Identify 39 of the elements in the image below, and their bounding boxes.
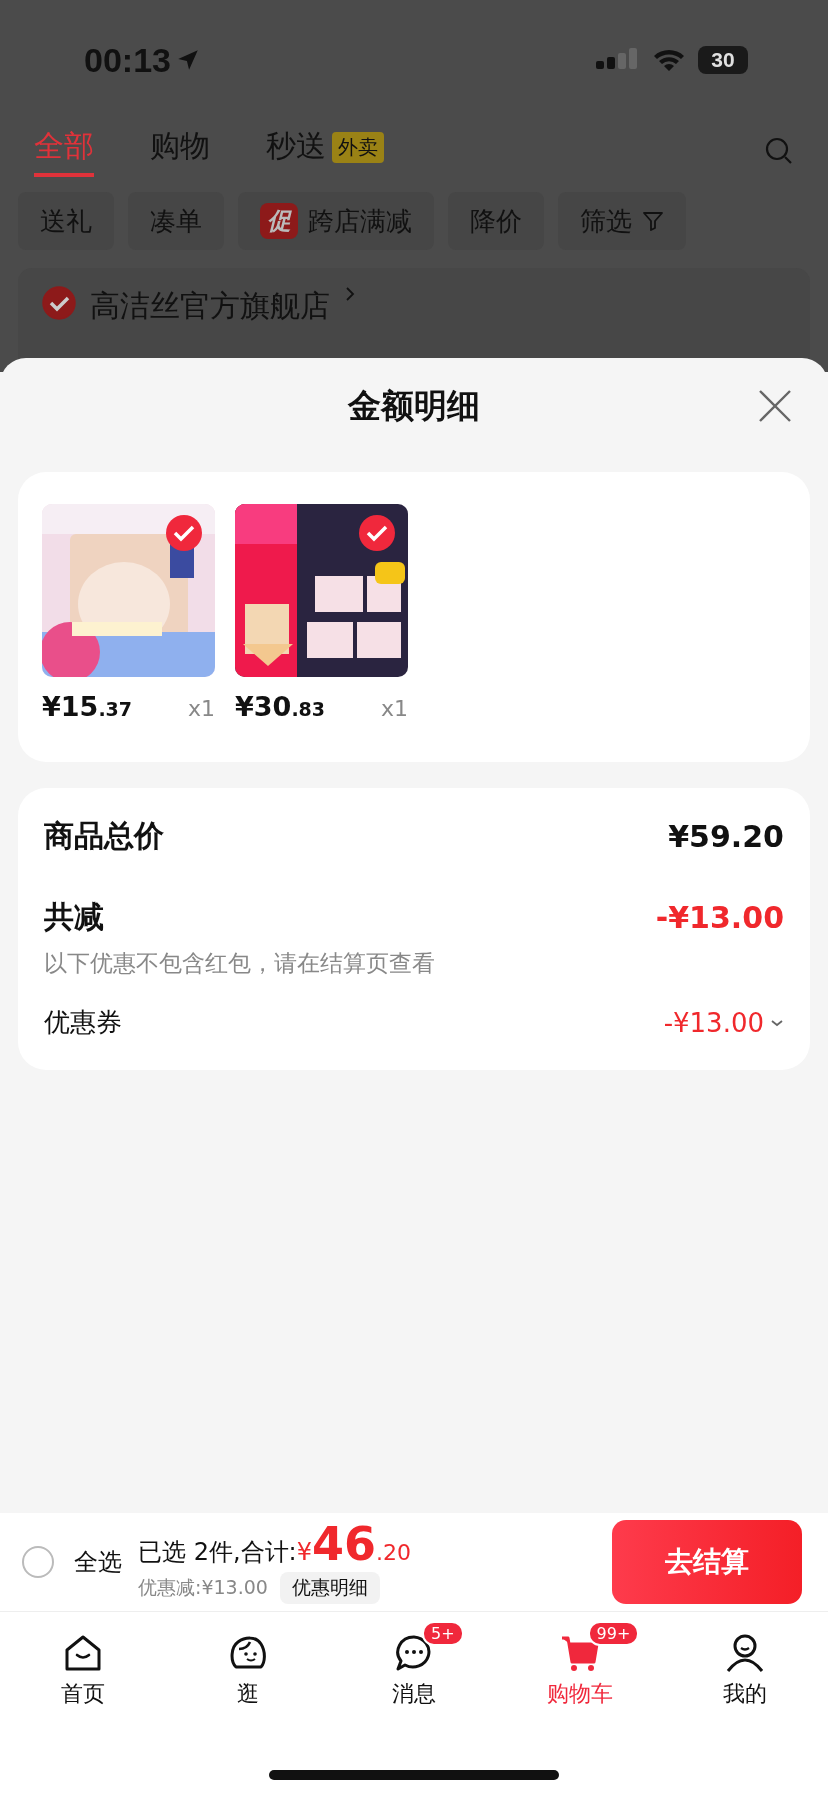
person-icon [725,1633,766,1673]
chevron-right-icon [344,286,356,302]
wifi-icon [652,47,686,73]
category-tab[interactable]: 秒送 [266,125,326,177]
filter-icon [642,210,664,232]
nav-tab[interactable]: 99+ 购物车 [496,1612,663,1730]
select-all-label[interactable]: 全选 [74,1546,122,1578]
checkmark-icon[interactable] [165,514,203,552]
checkmark-icon[interactable] [358,514,396,552]
discount-detail-button[interactable]: 优惠明细 [279,1571,380,1604]
promo-tag: 促 [260,203,298,239]
coupon-label: 优惠券 [44,1006,122,1039]
checkout-button[interactable]: 去结算 [612,1520,802,1604]
total-amount: ¥59.20 [668,819,784,854]
item-quantity: x1 [380,696,408,721]
item-price: ¥30.83 [235,691,326,722]
item-price: ¥15.37 [42,691,133,722]
select-all-radio[interactable] [22,1546,54,1578]
discount-label: 共减 [44,898,104,936]
chevron-down-icon[interactable] [770,1017,784,1028]
nav-tab[interactable]: 我的 [662,1612,828,1730]
delivery-badge: 外卖 [332,131,384,163]
category-tab[interactable]: 购物 [150,125,210,177]
saving-text: 优惠减:¥13.00 [138,1574,268,1600]
sheet-title: 金额明细 [348,384,480,427]
battery-icon: 30 [698,46,748,74]
clock-time: 00:13 [84,40,171,80]
nav-tab[interactable]: 首页 [0,1612,166,1730]
count-badge: 5+ [422,1621,464,1646]
item-quantity: x1 [187,696,215,721]
nav-tab[interactable]: 5+ 消息 [331,1612,497,1730]
close-icon[interactable] [758,389,792,423]
count-badge: 99+ [587,1621,640,1646]
discount-amount: -¥13.00 [655,900,784,935]
discount-note: 以下优惠不包含红包，请在结算页查看 [44,949,436,978]
coupon-amount[interactable]: -¥13.00 [663,1007,764,1038]
nav-tab[interactable]: 逛 [165,1612,332,1730]
total-label: 商品总价 [44,817,164,855]
total-summary: 已选 2件,合计:¥46.20 [138,1520,411,1568]
